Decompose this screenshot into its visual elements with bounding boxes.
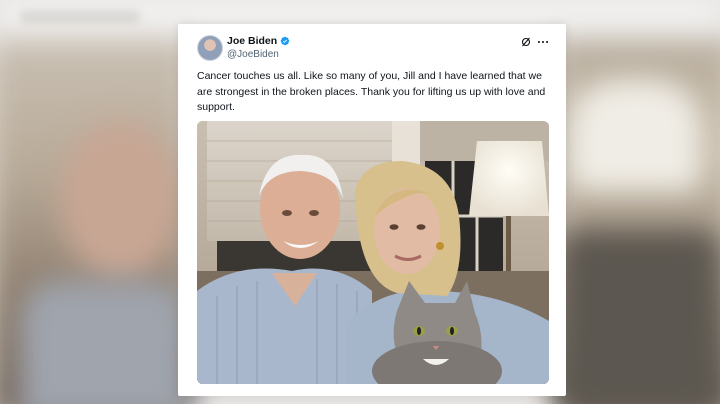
more-options-icon[interactable] (536, 36, 550, 48)
background-left-shirt (20, 280, 190, 404)
author-handle[interactable]: @JoeBiden (227, 49, 279, 60)
background-right-lamp (570, 80, 700, 190)
grok-icon[interactable] (520, 36, 532, 48)
background-left-figure (60, 120, 180, 280)
tweet-photo[interactable] (197, 121, 549, 384)
background-right-shadow (560, 230, 720, 404)
background-blurred-caption (20, 10, 140, 24)
author-name[interactable]: Joe Biden (227, 35, 277, 47)
tweet-text: Cancer touches us all. Like so many of y… (197, 70, 546, 113)
verified-badge-icon (280, 36, 290, 46)
avatar[interactable] (197, 35, 223, 61)
photo-illustration (197, 121, 549, 384)
tweet-card: Joe Biden @JoeBiden Cancer touches us al… (178, 24, 566, 396)
author-name-row[interactable]: Joe Biden (227, 35, 290, 47)
